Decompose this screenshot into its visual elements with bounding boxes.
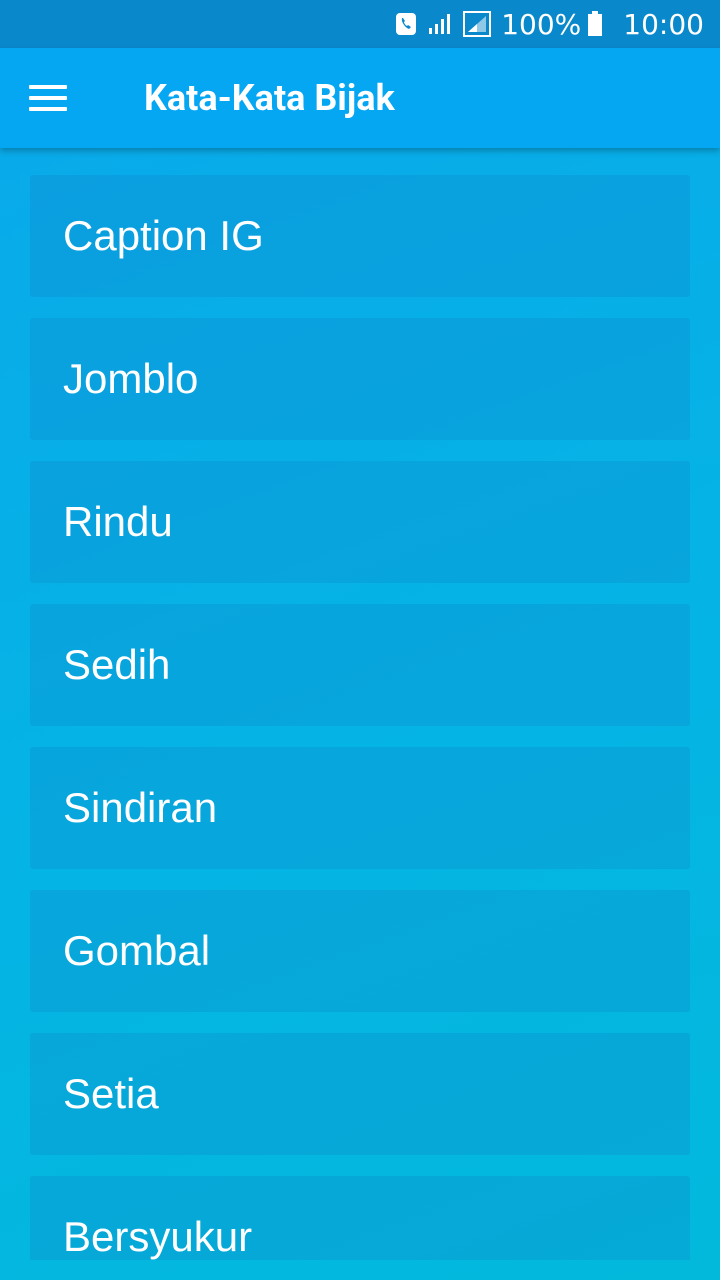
- list-item-bersyukur[interactable]: Bersyukur: [30, 1176, 690, 1260]
- list-item-caption-ig[interactable]: Caption IG: [30, 175, 690, 297]
- app-bar: Kata-Kata Bijak: [0, 48, 720, 148]
- app-title: Kata-Kata Bijak: [144, 77, 395, 119]
- list-item-label: Sedih: [63, 641, 171, 688]
- list-item-label: Gombal: [63, 927, 211, 974]
- list-item-setia[interactable]: Setia: [30, 1033, 690, 1155]
- list-item-label: Jomblo: [63, 355, 199, 402]
- status-bar: 100% 10:00: [0, 0, 720, 48]
- signal-icon: [427, 12, 453, 36]
- phone-wifi-call-icon: [395, 12, 417, 36]
- battery-icon: [587, 11, 603, 37]
- list-item-jomblo[interactable]: Jomblo: [30, 318, 690, 440]
- list-item-label: Rindu: [63, 498, 173, 545]
- list-item-sindiran[interactable]: Sindiran: [30, 747, 690, 869]
- hamburger-menu-icon[interactable]: [0, 48, 96, 148]
- list-item-label: Caption IG: [63, 212, 264, 259]
- list-item-rindu[interactable]: Rindu: [30, 461, 690, 583]
- battery-percent: 100%: [501, 7, 582, 41]
- list-item-label: Setia: [63, 1070, 159, 1117]
- category-list[interactable]: Caption IG Jomblo Rindu Sedih Sindiran G…: [30, 175, 690, 1260]
- list-item-label: Bersyukur: [63, 1213, 253, 1260]
- list-item-label: Sindiran: [63, 784, 218, 831]
- list-item-gombal[interactable]: Gombal: [30, 890, 690, 1012]
- clock: 10:00: [623, 7, 704, 41]
- list-item-sedih[interactable]: Sedih: [30, 604, 690, 726]
- sim-signal-icon: [463, 11, 492, 37]
